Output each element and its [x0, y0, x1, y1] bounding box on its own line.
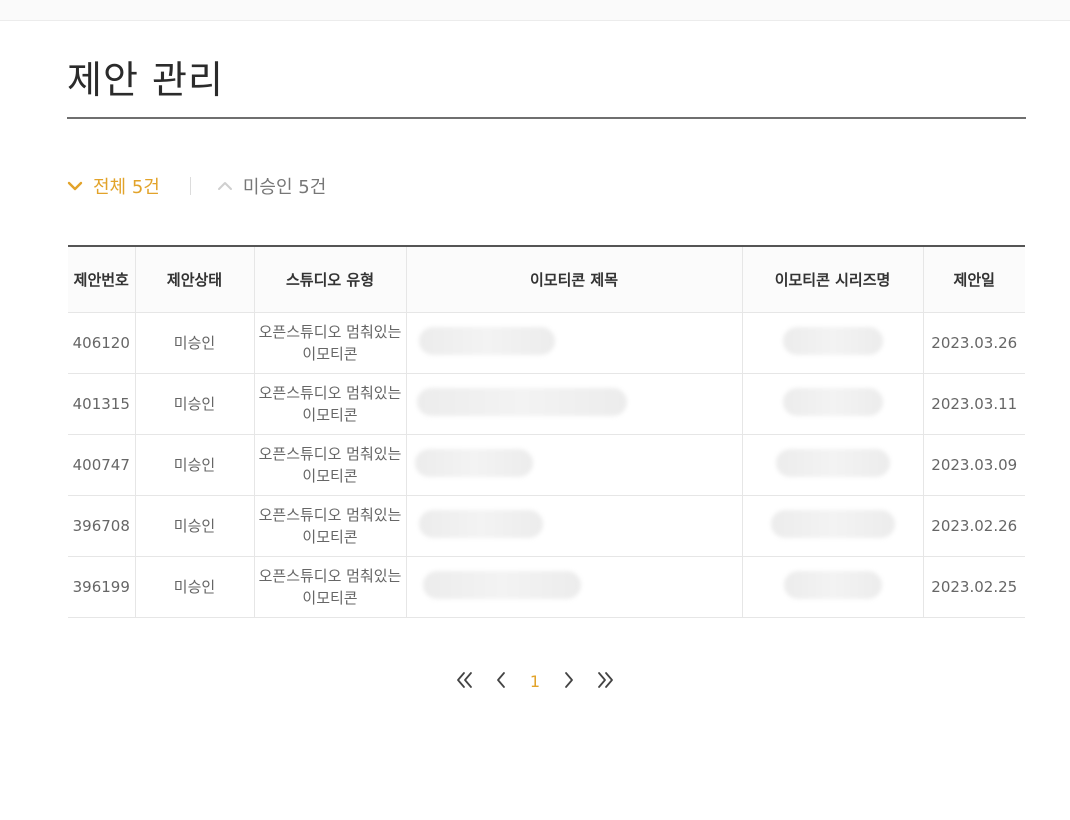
proposal-date: 2023.02.25 — [923, 556, 1025, 618]
filter-bar: 전체 5건 미승인 5건 — [67, 172, 326, 200]
proposal-number: 406120 — [68, 312, 136, 374]
last-page-button[interactable] — [594, 669, 616, 691]
table-row[interactable]: 401315 미승인 오픈스튜디오 멈춰있는 이모티콘 2023.03.11 — [68, 373, 1025, 435]
proposal-number: 396708 — [68, 495, 136, 557]
proposal-status: 미승인 — [135, 495, 255, 557]
proposal-date: 2023.02.26 — [923, 495, 1025, 557]
emoticon-title-redacted — [406, 495, 743, 557]
top-bar — [0, 0, 1070, 21]
double-chevron-left-icon — [457, 671, 472, 688]
header-proposal-date: 제안일 — [923, 245, 1025, 313]
next-page-button[interactable] — [558, 669, 580, 691]
proposal-date: 2023.03.09 — [923, 434, 1025, 496]
series-name-redacted — [742, 312, 924, 374]
proposal-number: 396199 — [68, 556, 136, 618]
filter-all-label: 전체 5건 — [93, 177, 160, 198]
proposal-status: 미승인 — [135, 312, 255, 374]
header-proposal-status: 제안상태 — [135, 245, 255, 313]
table-row[interactable]: 406120 미승인 오픈스튜디오 멈춰있는 이모티콘 2023.03.26 — [68, 312, 1025, 374]
proposal-status: 미승인 — [135, 373, 255, 435]
title-divider — [67, 117, 1026, 119]
proposal-status: 미승인 — [135, 556, 255, 618]
series-name-redacted — [742, 556, 924, 618]
chevron-left-icon — [497, 671, 505, 688]
header-emoticon-title: 이모티콘 제목 — [406, 245, 743, 313]
filter-all[interactable]: 전체 5건 — [67, 173, 160, 199]
header-series-name: 이모티콘 시리즈명 — [742, 245, 924, 313]
studio-type: 오픈스튜디오 멈춰있는 이모티콘 — [254, 556, 407, 618]
proposal-date: 2023.03.26 — [923, 312, 1025, 374]
emoticon-title-redacted — [406, 312, 743, 374]
studio-type: 오픈스튜디오 멈춰있는 이모티콘 — [254, 373, 407, 435]
double-chevron-right-icon — [598, 671, 613, 688]
proposal-table: 제안번호 제안상태 스튜디오 유형 이모티콘 제목 이모티콘 시리즈명 제안일 … — [68, 245, 1025, 618]
table-row[interactable]: 396199 미승인 오픈스튜디오 멈춰있는 이모티콘 2023.02.25 — [68, 556, 1025, 618]
chevron-down-icon — [67, 181, 83, 191]
proposal-status: 미승인 — [135, 434, 255, 496]
emoticon-title-redacted — [406, 556, 743, 618]
proposal-number: 401315 — [68, 373, 136, 435]
chevron-up-icon — [217, 182, 232, 190]
proposal-number: 400747 — [68, 434, 136, 496]
pagination: 1 — [0, 668, 1070, 691]
emoticon-title-redacted — [406, 373, 743, 435]
studio-type: 오픈스튜디오 멈춰있는 이모티콘 — [254, 312, 407, 374]
table-row[interactable]: 396708 미승인 오픈스튜디오 멈춰있는 이모티콘 2023.02.26 — [68, 495, 1025, 557]
series-name-redacted — [742, 434, 924, 496]
prev-page-button[interactable] — [490, 669, 512, 691]
table-row[interactable]: 400747 미승인 오픈스튜디오 멈춰있는 이모티콘 2023.03.09 — [68, 434, 1025, 496]
header-studio-type: 스튜디오 유형 — [254, 245, 407, 313]
series-name-redacted — [742, 495, 924, 557]
filter-separator — [189, 177, 191, 195]
studio-type: 오픈스튜디오 멈춰있는 이모티콘 — [254, 495, 407, 557]
studio-type: 오픈스튜디오 멈춰있는 이모티콘 — [254, 434, 407, 496]
table-header-row: 제안번호 제안상태 스튜디오 유형 이모티콘 제목 이모티콘 시리즈명 제안일 — [68, 245, 1025, 313]
proposal-date: 2023.03.11 — [923, 373, 1025, 435]
current-page-number[interactable]: 1 — [526, 672, 544, 691]
chevron-right-icon — [565, 671, 573, 688]
emoticon-title-redacted — [406, 434, 743, 496]
filter-unapproved-label: 미승인 5건 — [242, 177, 327, 198]
series-name-redacted — [742, 373, 924, 435]
first-page-button[interactable] — [454, 669, 476, 691]
page-title: 제안 관리 — [67, 58, 224, 102]
filter-unapproved[interactable]: 미승인 5건 — [217, 173, 326, 199]
header-proposal-number: 제안번호 — [68, 245, 136, 313]
